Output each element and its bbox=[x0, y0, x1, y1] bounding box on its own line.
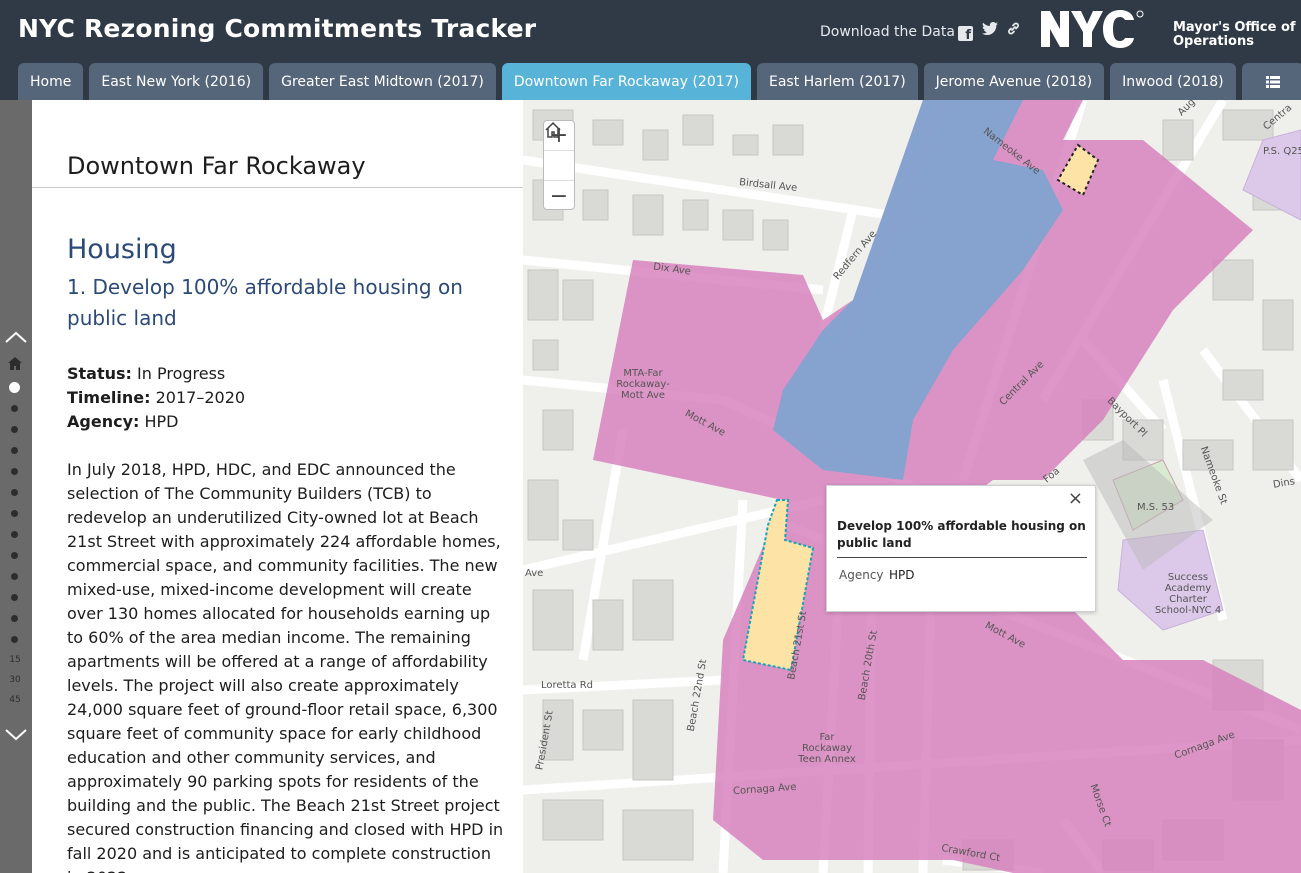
tab-east-harlem[interactable]: East Harlem (2017) bbox=[757, 63, 918, 100]
status-label: Status: bbox=[67, 364, 132, 383]
nav-dot[interactable] bbox=[11, 615, 18, 622]
app-header: NYC Rezoning Commitments Tracker Downloa… bbox=[0, 0, 1301, 100]
link-icon[interactable] bbox=[1006, 21, 1021, 40]
office-line-2: Operations bbox=[1173, 34, 1254, 49]
commitment-title: 1. Develop 100% affordable housing on pu… bbox=[67, 275, 463, 330]
timeline-row: Timeline: 2017–2020 bbox=[67, 388, 245, 407]
popup-title: Develop 100% affordable housing on publi… bbox=[837, 519, 1086, 550]
tab-menu[interactable] bbox=[1241, 63, 1301, 100]
tab-jerome-avenue[interactable]: Jerome Avenue (2018) bbox=[923, 63, 1105, 100]
close-icon[interactable]: × bbox=[1068, 488, 1083, 509]
agency-label: Agency: bbox=[67, 412, 140, 431]
nav-number[interactable]: 30 bbox=[0, 675, 30, 685]
nav-number[interactable]: 15 bbox=[0, 655, 30, 665]
agency-row: Agency: HPD bbox=[67, 412, 178, 431]
map-view[interactable]: Birdsall Ave Nameoke Ave Redfern Ave Dix… bbox=[523, 100, 1301, 873]
school-label: M.S. 53 bbox=[1137, 502, 1175, 513]
street-label: Ave bbox=[525, 568, 544, 579]
nav-dot-active[interactable] bbox=[9, 382, 20, 393]
home-icon bbox=[545, 121, 561, 138]
timeline-value: 2017–2020 bbox=[155, 388, 246, 407]
status-value: In Progress bbox=[137, 364, 226, 383]
popup-field-value: HPD bbox=[889, 568, 915, 582]
tab-downtown-far-rockaway[interactable]: Downtown Far Rockaway (2017) bbox=[501, 63, 751, 100]
facebook-icon[interactable]: f bbox=[958, 26, 973, 43]
nav-dot[interactable] bbox=[11, 426, 18, 433]
mayors-office-text: Mayor's Office of Operations bbox=[1173, 21, 1296, 49]
nav-dot[interactable] bbox=[11, 405, 18, 412]
nav-dot[interactable] bbox=[11, 510, 18, 517]
story-panel: Downtown Far Rockaway Housing 1. Develop… bbox=[32, 100, 523, 873]
section-title: Downtown Far Rockaway bbox=[67, 152, 366, 180]
school-label: Success Academy Charter School-NYC 4 bbox=[1154, 572, 1222, 616]
tab-bar: Home East New York (2016) Greater East M… bbox=[18, 63, 1301, 100]
home-extent-button[interactable] bbox=[544, 121, 574, 181]
transit-label: MTA-Far Rockaway-Mott Ave bbox=[616, 368, 670, 401]
nav-dot[interactable] bbox=[11, 594, 18, 601]
nyc-logo bbox=[1040, 8, 1164, 50]
chevron-down-icon[interactable] bbox=[4, 728, 28, 742]
nav-dot[interactable] bbox=[11, 531, 18, 538]
chevron-up-icon[interactable] bbox=[4, 330, 28, 344]
nav-dot[interactable] bbox=[11, 447, 18, 454]
office-line-1: Mayor's Office of bbox=[1173, 20, 1296, 35]
nav-dot[interactable] bbox=[11, 552, 18, 559]
zoom-out-button[interactable]: − bbox=[544, 181, 574, 211]
street-label: Loretta Rd bbox=[541, 680, 594, 691]
school-label: P.S. Q256 bbox=[1263, 146, 1301, 157]
commitment-description: In July 2018, HPD, HDC, and EDC announce… bbox=[67, 460, 504, 873]
nav-dot[interactable] bbox=[11, 489, 18, 496]
zoom-controls: + − bbox=[543, 120, 575, 210]
home-icon[interactable] bbox=[7, 356, 23, 372]
story-nav-rail: 15 30 45 bbox=[0, 100, 32, 873]
tab-inwood[interactable]: Inwood (2018) bbox=[1110, 63, 1236, 100]
list-menu-icon bbox=[1265, 75, 1280, 88]
app-title: NYC Rezoning Commitments Tracker bbox=[18, 14, 537, 43]
agency-value: HPD bbox=[144, 412, 179, 431]
category-heading: Housing bbox=[67, 234, 177, 265]
divider bbox=[32, 187, 523, 188]
tab-east-new-york[interactable]: East New York (2016) bbox=[89, 63, 264, 100]
twitter-icon[interactable] bbox=[982, 21, 998, 41]
tab-greater-east-midtown[interactable]: Greater East Midtown (2017) bbox=[269, 63, 496, 100]
popup-field-label: Agency bbox=[839, 568, 884, 582]
building-label: Far Rockaway Teen Annex bbox=[798, 732, 856, 765]
nav-number[interactable]: 45 bbox=[0, 695, 30, 705]
nav-dot[interactable] bbox=[11, 573, 18, 580]
nav-dot[interactable] bbox=[11, 636, 18, 643]
status-row: Status: In Progress bbox=[67, 364, 225, 383]
timeline-label: Timeline: bbox=[67, 388, 151, 407]
popup-divider bbox=[837, 557, 1087, 558]
tab-home[interactable]: Home bbox=[18, 63, 84, 100]
download-data-link[interactable]: Download the Data bbox=[820, 24, 955, 40]
nav-dot[interactable] bbox=[11, 468, 18, 475]
feature-popup: × Develop 100% affordable housing on pub… bbox=[826, 485, 1096, 612]
